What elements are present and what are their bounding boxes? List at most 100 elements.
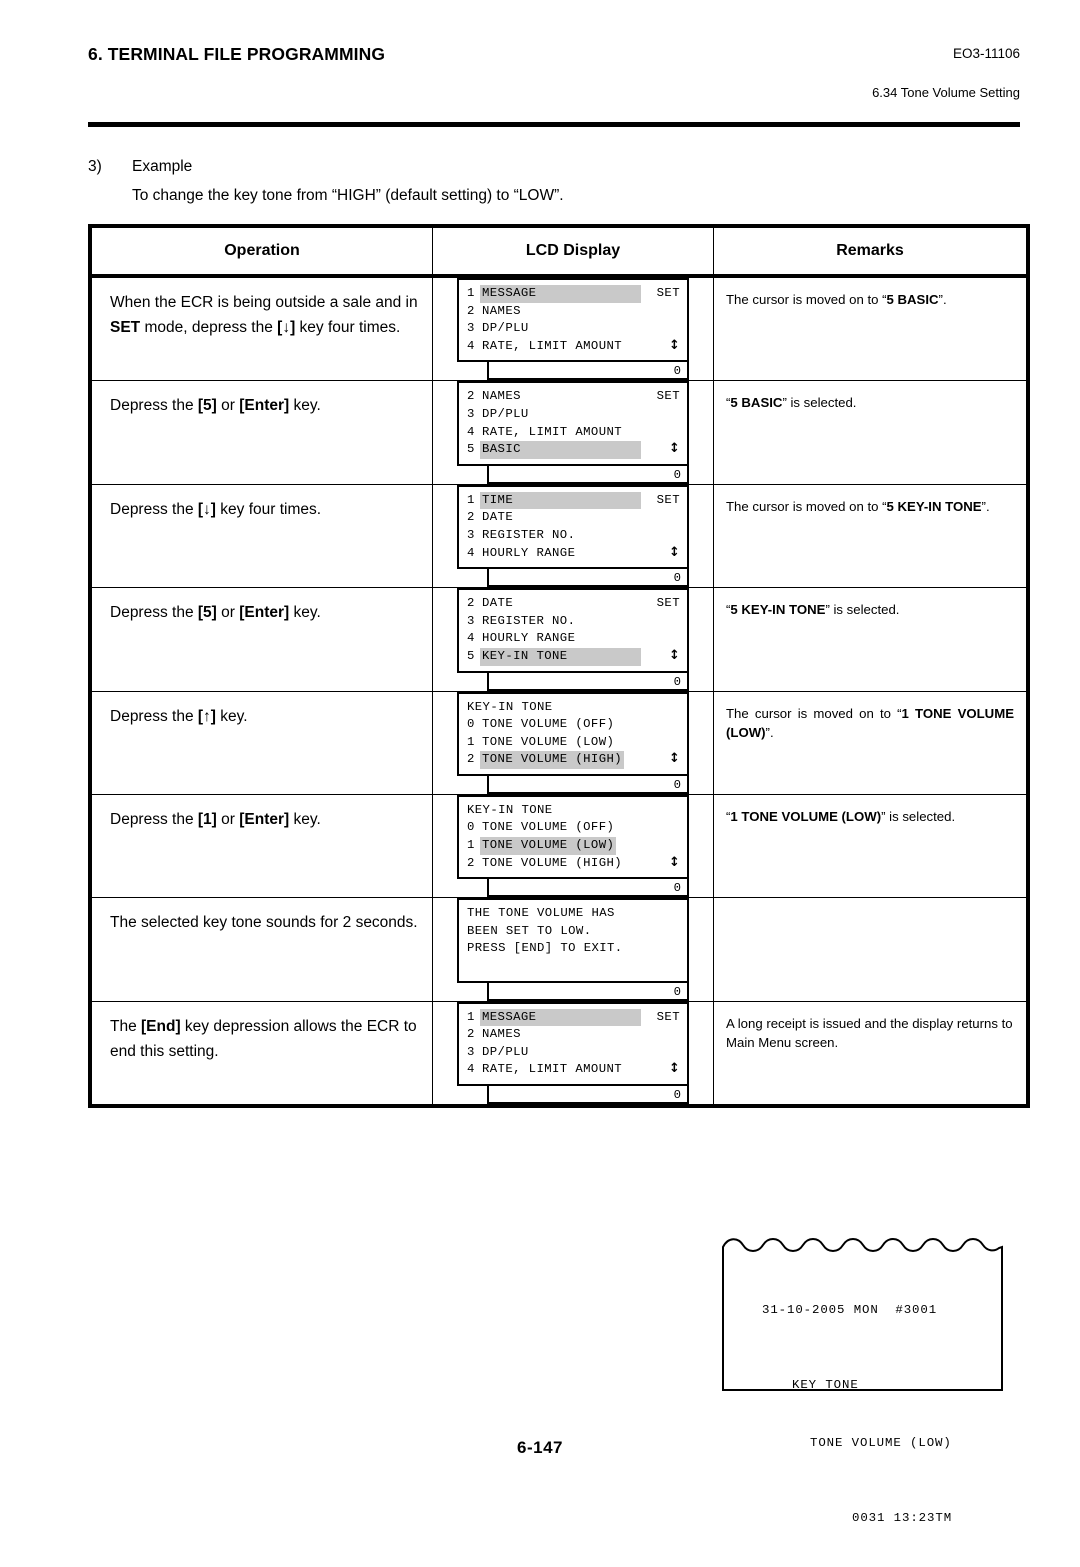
lcd-entry-field[interactable]: 0 [487, 362, 689, 381]
operation-text: When the ECR is being outside a sale and… [110, 294, 418, 336]
remarks-cell: “5 KEY-IN TONE” is selected. [713, 587, 1030, 692]
lcd-menu-item[interactable]: 3 DP/PLU [467, 320, 680, 338]
page-number: 6-147 [517, 1438, 563, 1457]
lcd-menu-item[interactable]: 2 TONE VOLUME (HIGH) ↕ [467, 855, 680, 873]
table-row: Depress the [↑] key. KEY-IN TONE 0 TONE VOL… [88, 690, 1030, 795]
remarks-text: The cursor is moved on to “5 BASIC”. [726, 292, 947, 307]
lcd-menu-item[interactable]: 2 NAMES SET [467, 388, 680, 406]
lcd-item-label: TIME [480, 491, 641, 510]
lcd-item-label: DP/PLU [482, 406, 529, 421]
remarks-text: The cursor is moved on to “1 TONE VOLUME… [726, 705, 1014, 740]
remarks-cell: The cursor is moved on to “5 BASIC”. [713, 275, 1030, 382]
lcd-panel: 2 NAMES SET 3 DP/PLU 4 RATE, LIMIT AMOUNT 5 BASI… [457, 381, 689, 484]
lcd-menu-item[interactable]: 4 HOURLY RANGE [467, 630, 680, 648]
scroll-updown-arrow-icon[interactable]: ↕ [669, 338, 680, 356]
operation-text: The selected key tone sounds for 2 secon… [110, 914, 418, 932]
lcd-screen: 1 MESSAGE SET 2 NAMES 3 DP/PLU 4 RATE, LIMIT AMO… [457, 1001, 689, 1086]
lcd-menu-item[interactable]: 1 MESSAGE SET [467, 285, 680, 303]
lcd-item-label: RATE, LIMIT AMOUNT [482, 1062, 623, 1077]
scroll-updown-arrow-icon[interactable]: ↕ [669, 751, 680, 769]
lcd-entry-field[interactable]: 0 [487, 775, 689, 794]
lcd-menu-item[interactable]: 4 RATE, LIMIT AMOUNT ↕ [467, 1061, 680, 1079]
lcd-menu-item[interactable]: 1 TONE VOLUME (LOW) [467, 837, 680, 855]
table-row: Depress the [5] or [Enter] key. 2 NAMES SET… [88, 380, 1030, 485]
remarks-cell: “1 TONE VOLUME (LOW)” is selected. [713, 793, 1030, 899]
lcd-menu-item[interactable]: 2 NAMES [467, 303, 680, 321]
lcd-entry-field[interactable]: 0 [487, 1086, 689, 1104]
lcd-menu-item[interactable]: 0 TONE VOLUME (OFF) [467, 819, 680, 837]
lcd-menu-item[interactable]: 4 RATE, LIMIT AMOUNT [467, 424, 680, 442]
scroll-updown-arrow-icon[interactable]: ↕ [669, 441, 680, 459]
scroll-updown-arrow-icon[interactable]: ↕ [669, 855, 680, 873]
table-body: When the ECR is being outside a sale and… [88, 275, 1030, 1108]
lcd-item-index: 5 [467, 442, 475, 457]
lcd-item-index: 1 [467, 492, 475, 507]
lcd-screen: 1 TIME SET 2 DATE 3 REGISTER NO. 4 HOURLY RANGE ↕ [457, 484, 689, 570]
lcd-item-label: DATE [482, 596, 514, 611]
lcd-item-index: 1 [467, 734, 475, 749]
operation-text: Depress the [↑] key. [110, 707, 248, 725]
lcd-item-index: 1 [467, 838, 475, 853]
lcd-entry-field[interactable]: 0 [487, 569, 689, 588]
page-header: 6. TERMINAL FILE PROGRAMMING EO3-11106 6… [88, 44, 1020, 130]
operation-cell: Depress the [↑] key. [88, 690, 433, 795]
remarks-text: “5 KEY-IN TONE” is selected. [726, 602, 900, 618]
lcd-message-line: PRESS [END] TO EXIT. [467, 941, 623, 956]
lcd-menu-item[interactable]: 3 REGISTER NO. [467, 527, 680, 545]
lcd-menu-item[interactable]: 3 REGISTER NO. [467, 613, 680, 631]
lcd-menu-item[interactable]: 4 RATE, LIMIT AMOUNT ↕ [467, 338, 680, 356]
lcd-item-index: 2 [467, 855, 475, 870]
lcd-entry-field[interactable]: 0 [487, 982, 689, 1001]
lcd-menu-item[interactable]: 1 TIME SET [467, 491, 680, 510]
lcd-screen: 1 MESSAGE SET 2 NAMES 3 DP/PLU 4 RATE, LIMIT AMO… [457, 278, 689, 363]
lcd-menu-item[interactable]: 4 HOURLY RANGE ↕ [467, 545, 680, 563]
lcd-menu-item[interactable]: 2 DATE SET [467, 595, 680, 613]
lcd-item-index: 0 [467, 717, 475, 732]
operation-text: Depress the [↓] key four times. [110, 500, 322, 518]
lcd-menu-item[interactable]: 3 DP/PLU [467, 1044, 680, 1062]
lcd-message-line: BEEN SET TO LOW. [467, 923, 592, 938]
table-row: The selected key tone sounds for 2 secon… [88, 897, 1030, 1002]
lcd-item-index: 5 [467, 648, 475, 663]
lcd-title: KEY-IN TONE [467, 699, 553, 714]
lcd-menu-item[interactable]: 0 TONE VOLUME (OFF) [467, 716, 680, 734]
table-row: When the ECR is being outside a sale and… [88, 275, 1030, 382]
lcd-item-label: TONE VOLUME (LOW) [482, 734, 615, 749]
lcd-entry-field[interactable]: 0 [487, 672, 689, 691]
lcd-menu-item[interactable]: 5 KEY-IN TONE ↕ [467, 647, 680, 666]
operation-cell: Depress the [↓] key four times. [88, 483, 433, 589]
receipt-line-footer: 0031 13:23TM [852, 1510, 953, 1525]
lcd-item-index: 2 [467, 596, 475, 611]
lcd-item-index: 1 [467, 286, 475, 300]
scroll-updown-arrow-icon[interactable]: ↕ [669, 1061, 680, 1079]
lcd-item-label: HOURLY RANGE [482, 631, 576, 646]
lcd-display-cell: 1 TIME SET 2 DATE 3 REGISTER NO. 4 HOURLY RANGE ↕… [432, 483, 714, 589]
lcd-mode-indicator: SET [656, 492, 680, 507]
lcd-item-index: 2 [467, 752, 475, 767]
lcd-menu-item[interactable]: 2 TONE VOLUME (HIGH) ↕ [467, 751, 680, 769]
intro-heading: 3) Example [88, 152, 888, 181]
lcd-item-index: 3 [467, 406, 475, 421]
lcd-item-label: REGISTER NO. [482, 527, 576, 542]
scroll-updown-arrow-icon[interactable]: ↕ [669, 545, 680, 563]
lcd-menu-item[interactable]: 1 TONE VOLUME (LOW) [467, 734, 680, 752]
lcd-item-label: TONE VOLUME (HIGH) [480, 751, 625, 769]
lcd-item-label: MESSAGE [480, 1008, 641, 1027]
scroll-updown-arrow-icon[interactable]: ↕ [669, 648, 680, 666]
lcd-entry-field[interactable]: 0 [487, 465, 689, 484]
lcd-item-label: TONE VOLUME (OFF) [482, 820, 615, 835]
lcd-item-label: TONE VOLUME (OFF) [482, 717, 615, 732]
intro-block: 3) Example To change the key tone from “… [88, 152, 888, 210]
operation-text: Depress the [5] or [Enter] key. [110, 604, 321, 622]
lcd-menu-item[interactable]: 2 NAMES [467, 1026, 680, 1044]
operation-text: Depress the [1] or [Enter] key. [110, 810, 321, 828]
lcd-display-cell: 1 MESSAGE SET 2 NAMES 3 DP/PLU 4 RATE, LIMIT AMO… [432, 275, 714, 382]
lcd-menu-item[interactable]: 3 DP/PLU [467, 406, 680, 424]
lcd-entry-field[interactable]: 0 [487, 879, 689, 898]
lcd-menu-item[interactable]: 2 DATE [467, 509, 680, 527]
lcd-screen: KEY-IN TONE 0 TONE VOLUME (OFF) 1 TONE VOLUM… [457, 691, 689, 776]
lcd-menu-item[interactable]: 1 MESSAGE SET [467, 1008, 680, 1027]
lcd-menu-item[interactable]: 5 BASIC ↕ [467, 441, 680, 459]
lcd-mode-indicator: SET [656, 1009, 680, 1024]
remarks-cell: The cursor is moved on to “1 TONE VOLUME… [713, 690, 1030, 795]
